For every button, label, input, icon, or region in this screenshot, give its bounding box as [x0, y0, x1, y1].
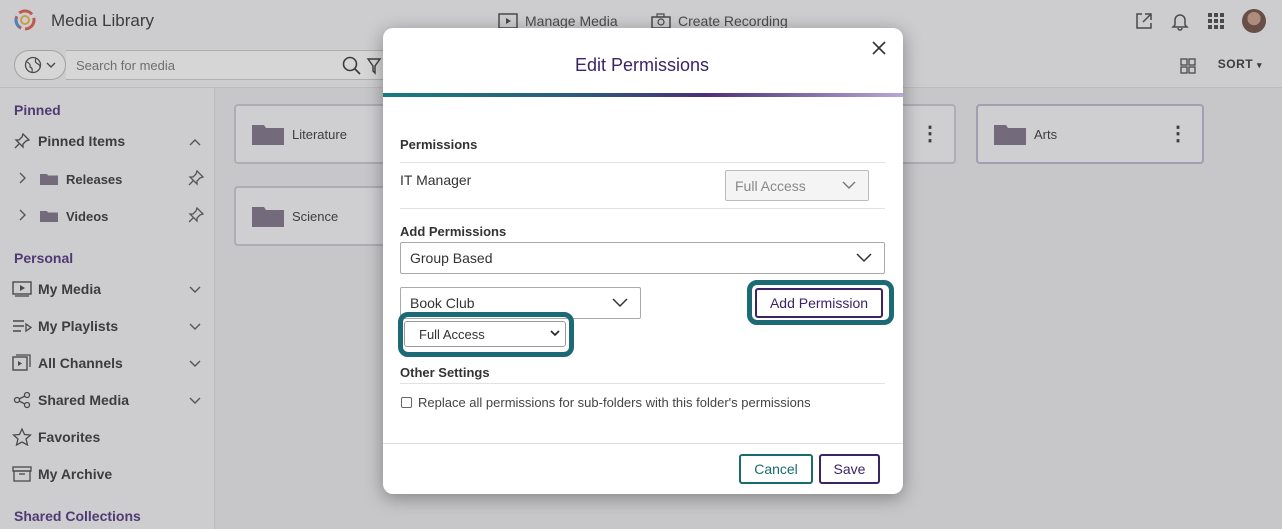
permission-type-select[interactable]: Group Based [400, 242, 885, 274]
access-level-select[interactable]: Full Access [404, 321, 566, 347]
chevron-down-icon [612, 298, 628, 308]
divider [400, 208, 885, 209]
select-value: Group Based [410, 250, 493, 266]
existing-access-select: Full Access [725, 170, 869, 201]
edit-permissions-dialog: Edit Permissions Permissions IT Manager … [383, 28, 903, 494]
footer-divider [383, 443, 903, 444]
select-value: Full Access [735, 177, 806, 194]
add-permission-button[interactable]: Add Permission [755, 288, 883, 318]
other-settings-heading: Other Settings [400, 365, 490, 380]
add-permissions-heading: Add Permissions [400, 224, 507, 239]
select-value: Full Access [419, 326, 485, 342]
chevron-down-icon [856, 253, 872, 263]
permissions-heading: Permissions [400, 137, 478, 152]
cancel-button[interactable]: Cancel [739, 454, 813, 484]
divider [400, 383, 885, 384]
permission-user-name: IT Manager [400, 172, 472, 188]
select-value: Book Club [410, 295, 475, 311]
divider [400, 162, 885, 163]
dialog-title: Edit Permissions [574, 55, 710, 75]
close-icon[interactable] [869, 38, 889, 58]
title-divider [383, 93, 903, 97]
checkbox-label: Replace all permissions for sub-folders … [418, 395, 811, 410]
replace-subfolder-permissions-checkbox[interactable] [401, 397, 412, 408]
save-button[interactable]: Save [819, 454, 880, 484]
chevron-down-icon [842, 181, 856, 189]
chevron-down-icon [550, 330, 560, 337]
group-select[interactable]: Book Club [400, 287, 641, 319]
